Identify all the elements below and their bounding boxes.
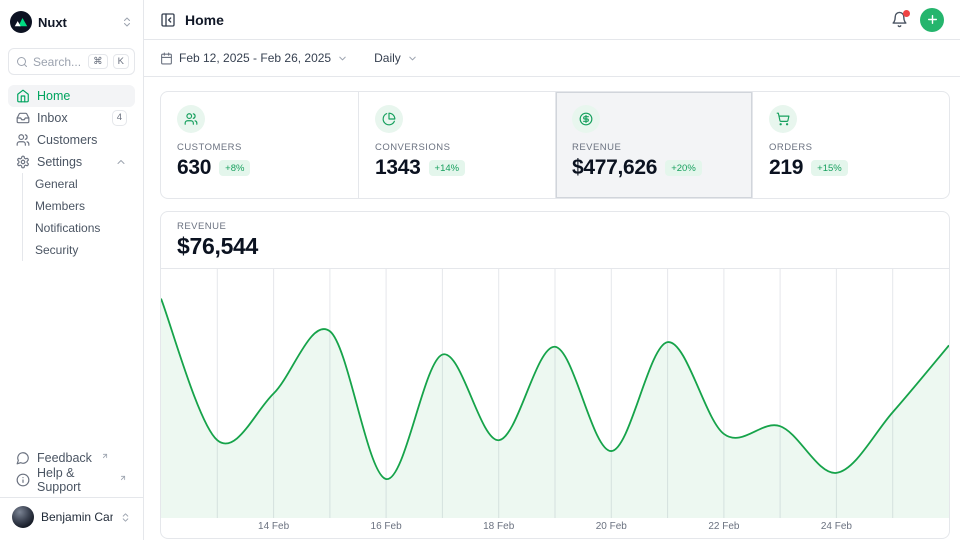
sidebar-spacer [8,261,135,447]
x-tick-label: 20 Feb [596,521,627,532]
user-menu[interactable]: Benjamin Canac [8,502,135,532]
sidebar: Nuxt Search... ⌘ K Home [0,0,144,540]
sidebar-item-home[interactable]: Home [8,85,135,107]
kbd-cmd: ⌘ [88,54,108,69]
stat-label: ORDERS [769,142,933,153]
users-icon [16,133,30,147]
stat-label: REVENUE [572,142,736,153]
chart-metric-value: $76,544 [177,233,933,260]
settings-subnav: General Members Notifications Security [22,173,135,261]
stat-value: 1343 [375,156,421,180]
sidebar-item-label: Home [37,89,70,103]
inbox-icon [16,111,30,125]
chevrons-up-down-icon [120,512,131,523]
revenue-chart-card: REVENUE $76,544 14 Feb 16 Feb 18 Feb 20 Feb… [160,211,950,539]
x-tick-label: 18 Feb [483,521,514,532]
filters-toolbar: Feb 12, 2025 - Feb 26, 2025 Daily [144,40,960,77]
home-icon [16,89,30,103]
sidebar-nav: Home Inbox 4 Customers Settings [8,85,135,261]
sidebar-subitem-general[interactable]: General [35,173,135,195]
stat-card-orders[interactable]: ORDERS 219 +15% [752,92,949,198]
search-placeholder: Search... [33,55,83,69]
x-tick-label: 16 Feb [371,521,402,532]
dollar-circle-icon [572,105,600,133]
content: CUSTOMERS 630 +8% CONVERSIONS 1343 +14% [144,77,960,539]
sidebar-subitem-security[interactable]: Security [35,239,135,261]
chart-header: REVENUE $76,544 [161,212,949,269]
stat-card-revenue[interactable]: REVENUE $477,626 +20% [555,92,752,198]
stat-delta-badge: +14% [429,160,466,176]
stat-value: 219 [769,156,803,180]
user-name: Benjamin Canac [41,510,113,524]
pie-chart-icon [375,105,403,133]
x-tick-label: 24 Feb [821,521,852,532]
message-circle-icon [16,451,30,465]
stat-value: 630 [177,156,211,180]
main-area: Home Feb 12, 2025 - Feb 26, 2025 [144,0,960,540]
workspace-switcher[interactable]: Nuxt [8,8,135,36]
chart-x-axis: 14 Feb 16 Feb 18 Feb 20 Feb 22 Feb 24 Feb [161,518,949,538]
add-button[interactable] [920,8,944,32]
notification-dot [903,10,910,17]
sidebar-item-inbox[interactable]: Inbox 4 [8,107,135,129]
stat-label: CONVERSIONS [375,142,539,153]
app-root: Nuxt Search... ⌘ K Home [0,0,960,540]
sidebar-item-label: Settings [37,155,82,169]
nuxt-logo-icon [10,11,32,33]
arrow-up-right-icon [101,452,109,460]
revenue-chart-svg [161,269,949,518]
chevron-down-icon [337,53,348,64]
stats-panel: CUSTOMERS 630 +8% CONVERSIONS 1343 +14% [160,91,950,199]
info-circle-icon [16,473,30,487]
arrow-up-right-icon [119,474,127,482]
calendar-icon [160,52,173,65]
stat-value: $477,626 [572,156,657,180]
search-input[interactable]: Search... ⌘ K [8,48,135,75]
sidebar-item-label: Customers [37,133,97,147]
chevron-up-icon [115,156,127,168]
stat-card-conversions[interactable]: CONVERSIONS 1343 +14% [358,92,555,198]
kbd-k: K [113,54,129,69]
sidebar-item-label: Inbox [37,111,68,125]
notifications-bell-button[interactable] [891,11,908,28]
stat-delta-badge: +8% [219,160,250,176]
inbox-count-badge: 4 [112,110,127,126]
panel-left-close-icon[interactable] [160,12,176,28]
chart-metric-label: REVENUE [177,221,933,232]
granularity-value: Daily [374,51,401,65]
stat-delta-badge: +20% [665,160,702,176]
topbar: Home [144,0,960,40]
workspace-name: Nuxt [38,15,115,30]
stat-label: CUSTOMERS [177,142,342,153]
chevrons-up-down-icon [121,16,133,28]
sidebar-item-settings[interactable]: Settings [8,151,135,173]
stat-delta-badge: +15% [811,160,848,176]
date-range-value: Feb 12, 2025 - Feb 26, 2025 [179,51,331,65]
avatar [12,506,34,528]
sidebar-item-customers[interactable]: Customers [8,129,135,151]
users-icon [177,105,205,133]
sidebar-subitem-members[interactable]: Members [35,195,135,217]
date-range-picker[interactable]: Feb 12, 2025 - Feb 26, 2025 [160,51,348,65]
topbar-actions [891,8,944,32]
sidebar-item-label: Feedback [37,451,92,465]
sidebar-divider [0,497,143,498]
stat-card-customers[interactable]: CUSTOMERS 630 +8% [161,92,358,198]
chevron-down-icon [407,53,418,64]
x-tick-label: 22 Feb [708,521,739,532]
granularity-select[interactable]: Daily [374,51,418,65]
gear-icon [16,155,30,169]
page-title: Home [185,12,224,28]
sidebar-item-help-support[interactable]: Help & Support [8,469,135,491]
sidebar-item-label: Help & Support [37,466,110,494]
shopping-cart-icon [769,105,797,133]
revenue-chart-plot[interactable] [161,269,949,518]
x-tick-label: 14 Feb [258,521,289,532]
search-icon [16,56,28,68]
sidebar-subitem-notifications[interactable]: Notifications [35,217,135,239]
